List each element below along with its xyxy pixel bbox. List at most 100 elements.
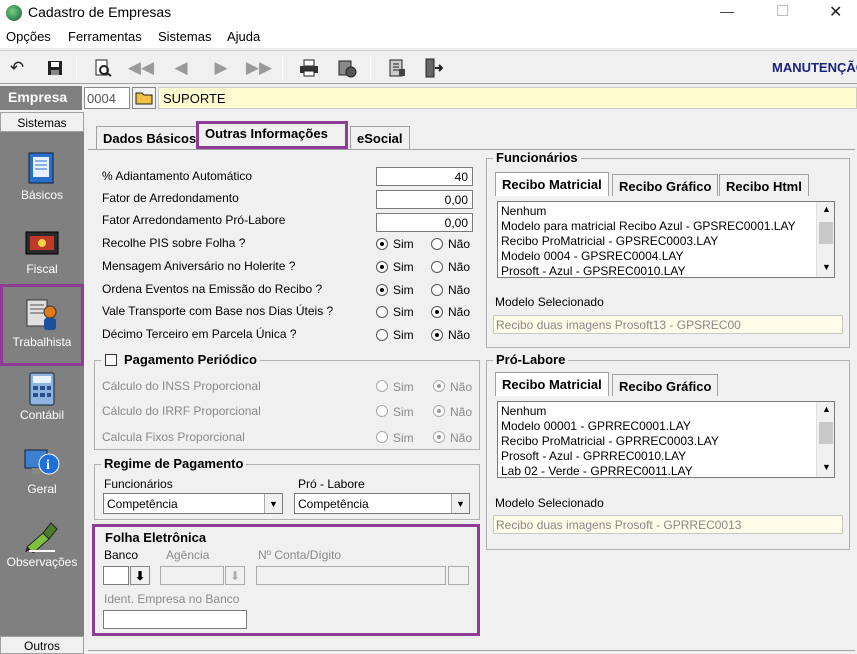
list-item[interactable]: Recibo ProMatricial - GPRREC0003.LAY <box>498 434 816 449</box>
list-item[interactable]: Recibo ProMatricial - GPSREC0003.LAY <box>498 234 816 249</box>
list-item[interactable]: Prosoft - Azul - GPSREC0010.LAY <box>498 264 816 277</box>
radio-nao[interactable] <box>433 380 445 392</box>
radio-sim[interactable] <box>376 306 388 318</box>
func-tab-html[interactable]: Recibo Html <box>719 174 809 196</box>
scroll-up-icon[interactable]: ▲ <box>822 204 831 214</box>
func-model-list[interactable]: Nenhum Modelo para matricial Recibo Azul … <box>497 201 835 278</box>
radio-sim[interactable] <box>376 284 388 296</box>
sidebar-item-trabalhista[interactable]: Trabalhista <box>0 284 84 366</box>
scrollbar[interactable]: ▲ ▼ <box>816 402 834 477</box>
previous-record-icon[interactable]: ◀ <box>168 55 194 81</box>
exit-icon[interactable] <box>420 55 446 81</box>
pro-tab-grafico[interactable]: Recibo Gráfico <box>612 374 719 396</box>
folder-open-icon[interactable] <box>132 87 156 109</box>
radio-sim[interactable] <box>376 329 388 341</box>
scroll-up-icon[interactable]: ▲ <box>822 404 831 414</box>
adiantamento-input[interactable]: 40 <box>376 167 473 186</box>
radio-nao-label: Não <box>450 431 473 445</box>
radio-question-label: Décimo Terceiro em Parcela Única ? <box>102 327 297 341</box>
sidebar-item-geral[interactable]: i Geral <box>0 444 84 514</box>
scrollbar[interactable]: ▲ ▼ <box>816 202 834 277</box>
regime-func-select[interactable]: Competência ▼ <box>103 493 283 514</box>
list-item[interactable]: Modelo para matricial Recibo Azul - GPSR… <box>498 219 816 234</box>
radio-sim[interactable] <box>376 405 388 417</box>
radio-sim[interactable] <box>376 238 388 250</box>
radio-nao[interactable] <box>431 261 443 273</box>
chevron-down-icon[interactable]: ▼ <box>264 494 282 513</box>
info-icon: i <box>22 444 62 482</box>
close-button[interactable]: ✕ <box>829 2 842 22</box>
list-item[interactable]: Nenhum <box>498 404 816 419</box>
banco-lookup-icon[interactable]: ⬇ <box>130 566 150 585</box>
pagamento-row-label: Cálculo do INSS Proporcional <box>102 379 261 393</box>
radio-nao[interactable] <box>431 306 443 318</box>
tab-esocial[interactable]: eSocial <box>350 126 410 150</box>
empresa-code[interactable]: 0004 <box>84 87 130 109</box>
pro-tab-matricial[interactable]: Recibo Matricial <box>495 372 609 396</box>
pro-model-list[interactable]: Nenhum Modelo 00001 - GPRREC0001.LAY Recib… <box>497 401 835 478</box>
sidebar-header[interactable]: Sistemas <box>0 112 84 132</box>
folha-eletronica-title: Folha Eletrônica <box>105 530 207 545</box>
undo-icon[interactable]: ↶ <box>4 55 30 81</box>
settings-icon[interactable] <box>334 55 360 81</box>
radio-sim-label: Sim <box>393 237 414 251</box>
radio-nao[interactable] <box>433 405 445 417</box>
radio-nao-label: Não <box>448 237 471 251</box>
arred-prolabore-input[interactable]: 0,00 <box>376 213 473 232</box>
regime-pro-label: Pró - Labore <box>298 477 365 491</box>
agencia-input[interactable] <box>160 566 224 585</box>
banco-input[interactable] <box>103 566 129 585</box>
func-tab-matricial[interactable]: Recibo Matricial <box>495 172 609 196</box>
regime-pro-select[interactable]: Competência ▼ <box>294 493 470 514</box>
last-record-icon[interactable]: ▶▶ <box>246 55 272 81</box>
func-tab-grafico[interactable]: Recibo Gráfico <box>612 174 719 196</box>
radio-question-label: Mensagem Aniversário no Holerite ? <box>102 259 296 273</box>
sidebar-item-contabil[interactable]: Contábil <box>0 370 84 440</box>
scroll-down-icon[interactable]: ▼ <box>822 462 831 472</box>
maximize-button[interactable]: ☐ <box>776 2 789 20</box>
radio-sim[interactable] <box>376 431 388 443</box>
prolabore-title: Pró-Labore <box>493 352 569 367</box>
menu-ajuda[interactable]: Ajuda <box>227 29 260 44</box>
list-item[interactable]: Prosoft - Azul - GPRREC0010.LAY <box>498 449 816 464</box>
first-record-icon[interactable]: ◀◀ <box>128 55 154 81</box>
config-icon[interactable] <box>384 55 410 81</box>
menu-opcoes[interactable]: Opções <box>6 29 51 44</box>
sidebar-item-basicos[interactable]: Básicos <box>0 150 84 220</box>
save-icon[interactable] <box>42 55 68 81</box>
scroll-down-icon[interactable]: ▼ <box>822 262 831 272</box>
chevron-down-icon[interactable]: ▼ <box>451 494 469 513</box>
sidebar-footer[interactable]: Outros <box>0 636 84 654</box>
digito-input[interactable] <box>448 566 469 585</box>
radio-nao[interactable] <box>431 329 443 341</box>
sidebar-item-observacoes[interactable]: Observações <box>0 517 84 587</box>
radio-sim[interactable] <box>376 261 388 273</box>
radio-sim[interactable] <box>376 380 388 392</box>
tab-outras-informacoes[interactable]: Outras Informações <box>196 121 348 149</box>
pagamento-checkbox[interactable] <box>105 354 117 366</box>
regime-func-label: Funcionários <box>104 477 173 491</box>
menu-sistemas[interactable]: Sistemas <box>158 29 211 44</box>
pagamento-periodico-title: Pagamento Periódico <box>101 352 260 367</box>
tab-dados-basicos[interactable]: Dados Básicos <box>96 126 204 150</box>
next-record-icon[interactable]: ▶ <box>208 55 234 81</box>
radio-nao-label: Não <box>448 260 471 274</box>
list-item[interactable]: Modelo 00001 - GPRREC0001.LAY <box>498 419 816 434</box>
sidebar-item-label: Básicos <box>20 188 64 202</box>
arredondamento-input[interactable]: 0,00 <box>376 190 473 209</box>
radio-nao[interactable] <box>431 284 443 296</box>
radio-nao[interactable] <box>431 238 443 250</box>
radio-nao[interactable] <box>433 431 445 443</box>
print-icon[interactable] <box>296 55 322 81</box>
list-item[interactable]: Lab 02 - Verde - GPRREC0011.LAY <box>498 464 816 477</box>
list-item[interactable]: Modelo 0004 - GPSREC0004.LAY <box>498 249 816 264</box>
minimize-button[interactable]: — <box>720 3 734 19</box>
pro-selected-label: Modelo Selecionado <box>495 496 604 510</box>
conta-input[interactable] <box>256 566 446 585</box>
preview-icon[interactable] <box>90 55 116 81</box>
list-item[interactable]: Nenhum <box>498 204 816 219</box>
menu-ferramentas[interactable]: Ferramentas <box>68 29 142 44</box>
app-icon <box>6 5 22 21</box>
ident-empresa-input[interactable] <box>103 610 247 629</box>
agencia-lookup-icon[interactable]: ⬇ <box>225 566 245 585</box>
